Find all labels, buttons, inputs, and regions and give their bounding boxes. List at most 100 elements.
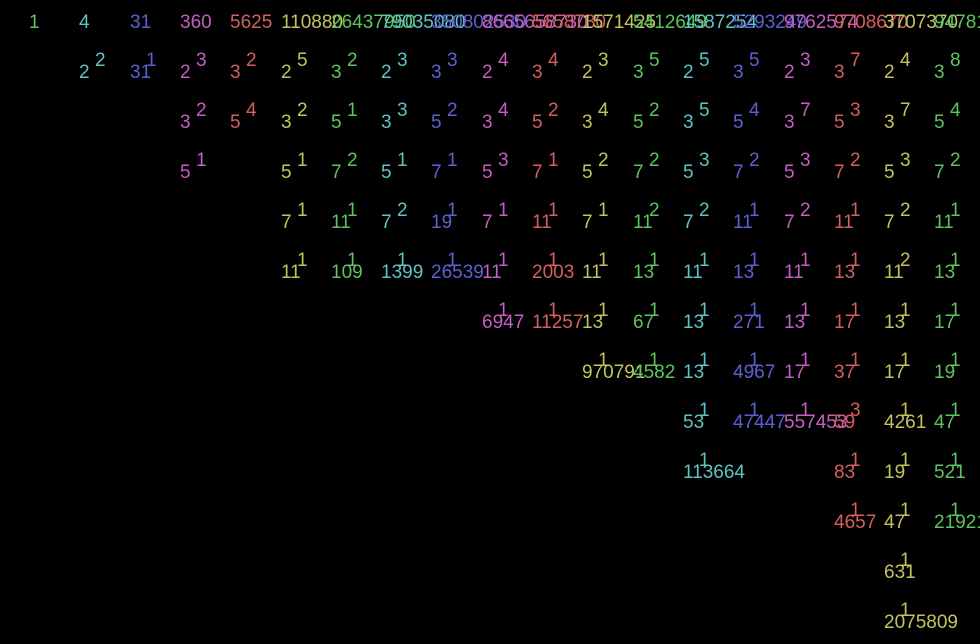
prime-factor: 17 1 — [834, 300, 884, 333]
factor-base: 5 — [180, 162, 191, 183]
factor-base: 7 — [532, 162, 543, 183]
prime-factor: 52 — [532, 100, 582, 133]
factor-exponent: 2 — [950, 150, 961, 171]
prime-factor: 23 — [784, 50, 834, 83]
prime-factor: 47 1 — [884, 500, 934, 533]
factor-exponent: 1 — [548, 250, 559, 271]
factor-base: 3 — [834, 62, 845, 83]
factor-exponent: 1 — [800, 250, 811, 271]
prime-factor: 72 — [884, 200, 934, 233]
factor-exponent: 1 — [447, 150, 458, 171]
prime-factor: 37 — [884, 100, 934, 133]
factor-exponent: 1 — [397, 150, 408, 171]
prime-factor: 53 — [482, 150, 532, 183]
prime-factor: 35 — [683, 100, 733, 133]
prime-factor: 51 — [331, 100, 381, 133]
factor-exponent: 1 — [850, 300, 861, 321]
prime-factor: 13 1 — [683, 300, 733, 333]
factor-exponent: 2 — [749, 150, 760, 171]
prime-factor: 19 1 — [884, 450, 934, 483]
prime-factor: 51 — [281, 150, 331, 183]
factor-exponent: 1 — [950, 200, 961, 221]
factor-base: 3 — [431, 62, 442, 83]
factor-exponent: 3 — [850, 400, 861, 421]
factor-exponent: 1 — [950, 500, 961, 521]
factor-exponent: 2 — [649, 100, 660, 121]
prime-factor: 71 — [482, 200, 532, 233]
factor-exponent: 2 — [95, 50, 106, 71]
factor-exponent: 3 — [900, 150, 911, 171]
factor-exponent: 1 — [900, 450, 911, 471]
factor-exponent: 4 — [900, 50, 911, 71]
factor-exponent: 3 — [397, 50, 408, 71]
factor-base: 3 — [281, 112, 292, 133]
factor-base: 2 — [381, 62, 392, 83]
factor-base: 3 — [683, 112, 694, 133]
prime-factor: 54 — [934, 100, 980, 133]
prime-factor: 67 1 — [633, 300, 683, 333]
sequence-value: 5625 — [230, 12, 273, 33]
prime-factor: 59 3 — [834, 400, 884, 433]
factor-exponent: 4 — [950, 100, 961, 121]
factor-exponent: 1 — [347, 250, 358, 271]
factor-exponent: 1 — [598, 350, 609, 371]
prime-factor: 71 — [582, 200, 632, 233]
prime-factor: 23 — [381, 50, 431, 83]
factor-base: 3 — [180, 112, 191, 133]
factor-column: 110880 2 5 3 2 5 1 7 1 11 1 — [281, 0, 343, 644]
prime-factor: 4582 1 — [633, 350, 683, 383]
factor-exponent: 1 — [548, 200, 559, 221]
factor-base: 7 — [934, 162, 945, 183]
factor-base: 5 — [431, 112, 442, 133]
factor-base: 3 — [582, 112, 593, 133]
prime-factor: 71 — [532, 150, 582, 183]
factor-base: 5 — [934, 112, 945, 133]
factor-exponent: 2 — [900, 200, 911, 221]
factor-exponent: 1 — [196, 150, 207, 171]
factor-exponent: 2 — [397, 200, 408, 221]
prime-factor: 271 1 — [733, 300, 783, 333]
prime-factor: 11 1 — [331, 200, 381, 233]
sequence-board: 1 4 2 2 31 31 1 360 2 3 3 2 5 1 5625 3 2 5 4 110880 2 5 3 2 5 1 7 1… — [0, 0, 980, 644]
factor-exponent: 1 — [900, 500, 911, 521]
factor-exponent: 2 — [800, 200, 811, 221]
factor-base: 2 — [180, 62, 191, 83]
factor-exponent: 2 — [548, 100, 559, 121]
factor-exponent: 1 — [699, 450, 710, 471]
prime-factor: 13 1 — [784, 300, 834, 333]
prime-factor: 24 — [482, 50, 532, 83]
prime-factor: 11 1 — [482, 250, 532, 283]
prime-factor: 51 — [381, 150, 431, 183]
prime-factor: 17 1 — [884, 350, 934, 383]
factor-exponent: 1 — [699, 250, 710, 271]
prime-factor: 557453 1 — [784, 400, 847, 433]
factor-exponent: 1 — [649, 250, 660, 271]
factor-exponent: 1 — [447, 200, 458, 221]
factor-base: 5 — [834, 112, 845, 133]
factor-base: 5 — [532, 112, 543, 133]
factor-exponent: 1 — [900, 350, 911, 371]
factor-base: 7 — [331, 162, 342, 183]
factor-column: 26437950 3 2 5 1 7 2 11 1 109 1 — [331, 0, 416, 644]
factor-base: 5 — [331, 112, 342, 133]
factor-exponent: 1 — [749, 250, 760, 271]
factor-exponent: 1 — [297, 150, 308, 171]
factor-base: 7 — [381, 212, 392, 233]
factor-column: 31 31 1 — [130, 0, 180, 644]
factor-exponent: 3 — [598, 50, 609, 71]
factor-column: 1587254 2 5 3 5 5 3 7 2 11 1 13 1 13 1 53 1 113664 1 — [683, 0, 757, 644]
factor-exponent: 1 — [950, 400, 961, 421]
prime-factor: 32 — [180, 100, 230, 133]
factor-exponent: 7 — [850, 50, 861, 71]
factor-base: 5 — [884, 162, 895, 183]
prime-factor: 11 1 — [934, 200, 980, 233]
prime-factor: 53 — [784, 150, 834, 183]
prime-factor: 72 — [331, 150, 381, 183]
sequence-value: 360 — [180, 12, 212, 33]
factor-exponent: 1 — [146, 50, 157, 71]
prime-factor: 11 1 — [733, 200, 783, 233]
factor-exponent: 3 — [447, 50, 458, 71]
prime-factor: 37 1 — [834, 350, 884, 383]
factor-base: 5 — [381, 162, 392, 183]
prime-factor: 109 1 — [331, 250, 381, 283]
